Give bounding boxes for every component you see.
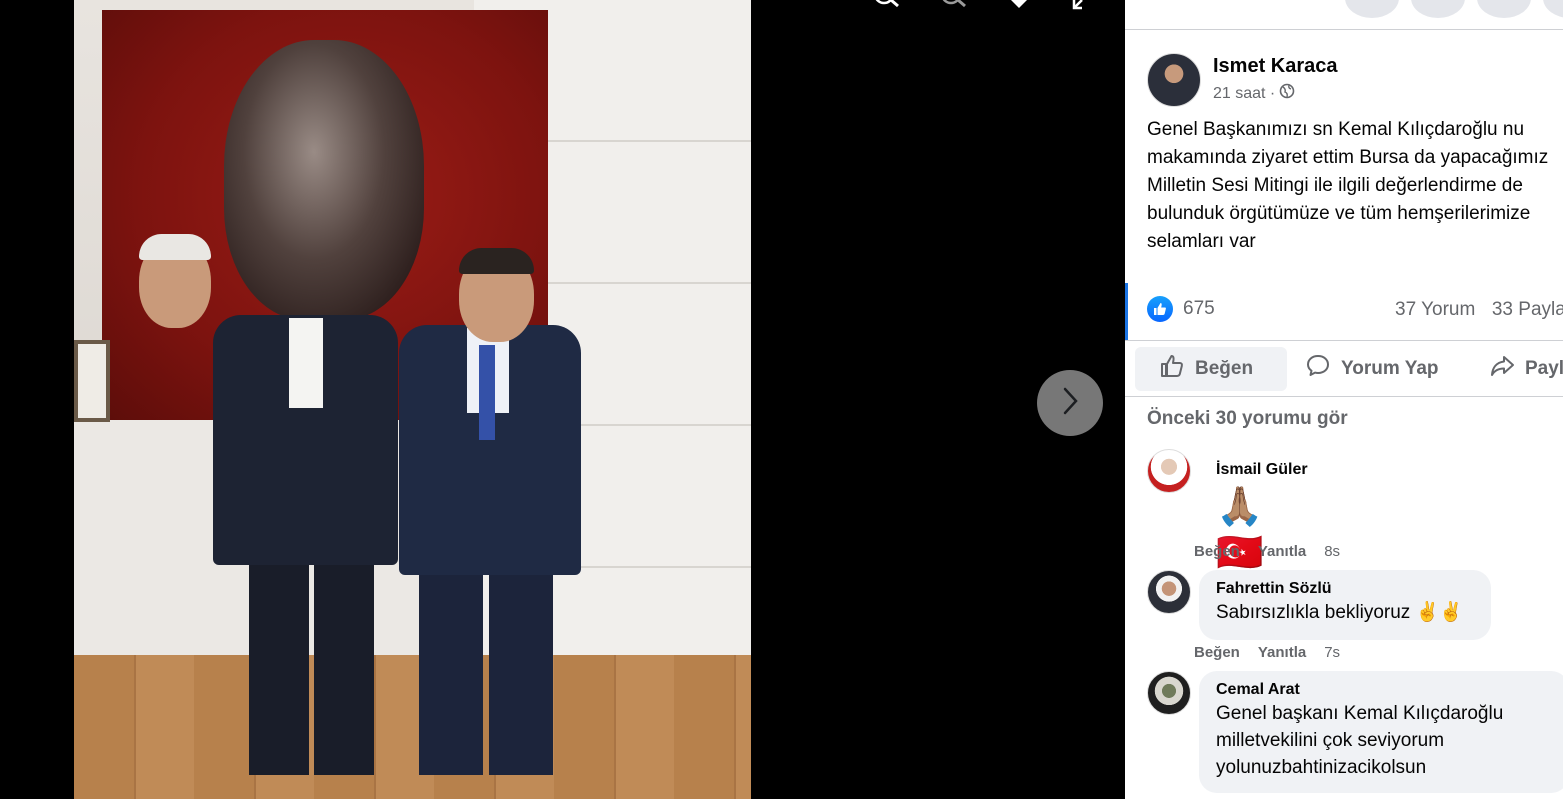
- share-count[interactable]: 33 Paylaşım: [1492, 299, 1563, 320]
- like-button-label: Beğen: [1195, 358, 1254, 379]
- zoom-in-icon[interactable]: [870, 0, 902, 14]
- menu-button[interactable]: [1345, 0, 1399, 18]
- comment-bubble: Cemal Arat Genel başkanı Kemal Kılıçdaro…: [1199, 671, 1563, 793]
- post-meta: 21 saat ·: [1213, 83, 1295, 104]
- post-photo[interactable]: [74, 0, 751, 799]
- reactions-summary[interactable]: 675: [1147, 296, 1215, 322]
- next-photo-button[interactable]: [1037, 370, 1103, 436]
- comment-text: Genel başkanı Kemal Kılıçdaroğlu milletv…: [1216, 703, 1504, 778]
- comment-reply-button[interactable]: Yanıtla: [1258, 543, 1306, 560]
- comment-text: 🙏🏽🇹🇷: [1216, 486, 1264, 574]
- commenter-avatar[interactable]: [1147, 449, 1191, 493]
- comment-button[interactable]: Yorum Yap: [1293, 347, 1451, 391]
- commenter-avatar[interactable]: [1147, 570, 1191, 614]
- view-previous-comments-link[interactable]: Önceki 30 yorumu gör: [1147, 408, 1348, 430]
- chevron-right-icon: [1058, 386, 1082, 421]
- comment-count[interactable]: 37 Yorum: [1395, 299, 1475, 320]
- post-text: Genel Başkanımızı sn Kemal Kılıçdaroğlu …: [1147, 119, 1549, 252]
- comment-actions: Beğen Yanıtla 7s: [1194, 644, 1340, 661]
- thumbs-up-icon: [1159, 353, 1185, 385]
- comment-reply-button[interactable]: Yanıtla: [1258, 644, 1306, 661]
- comment-like-button[interactable]: Beğen: [1194, 644, 1240, 661]
- post-actions-bar: Beğen Yorum Yap Paylaş: [1125, 340, 1563, 397]
- photo-mural-portrait: [224, 40, 424, 320]
- tag-icon[interactable]: [1003, 0, 1035, 14]
- messenger-button[interactable]: [1411, 0, 1465, 18]
- post-side-panel: Ismet Karaca 21 saat · Genel Başkanımızı…: [1125, 0, 1563, 799]
- photo-viewer: [0, 0, 1125, 799]
- share-button-label: Paylaş: [1525, 358, 1563, 379]
- focus-indicator: [1125, 283, 1128, 340]
- author-avatar[interactable]: [1147, 53, 1201, 107]
- commenter-name[interactable]: Cemal Arat: [1216, 679, 1553, 700]
- photo-floor: [74, 655, 751, 799]
- comment-bubble: İsmail Güler 🙏🏽🇹🇷: [1199, 451, 1324, 584]
- reaction-count: 675: [1183, 298, 1215, 319]
- commenter-name[interactable]: İsmail Güler: [1216, 459, 1308, 480]
- post-time[interactable]: 21 saat ·: [1213, 85, 1275, 103]
- commenter-name[interactable]: Fahrettin Sözlü: [1216, 578, 1475, 599]
- like-button[interactable]: Beğen: [1135, 347, 1287, 391]
- share-button[interactable]: Paylaş: [1477, 347, 1563, 391]
- comment-like-button[interactable]: Beğen: [1194, 543, 1240, 560]
- comment-icon: [1305, 353, 1331, 385]
- comment-time[interactable]: 8s: [1324, 543, 1340, 560]
- comment-bubble: Fahrettin Sözlü Sabırsızlıkla bekliyoruz…: [1199, 570, 1491, 640]
- comment-time[interactable]: 7s: [1324, 644, 1340, 661]
- like-reaction-icon: [1147, 296, 1173, 322]
- comment-button-label: Yorum Yap: [1341, 358, 1439, 379]
- notifications-button[interactable]: [1477, 0, 1531, 18]
- comment-text: Sabırsızlıkla bekliyoruz ✌️✌️: [1216, 602, 1463, 623]
- commenter-avatar[interactable]: [1147, 671, 1191, 715]
- post-counts: 37 Yorum 33 Paylaşım: [1395, 299, 1563, 321]
- share-arrow-icon: [1489, 353, 1515, 385]
- side-panel-header: [1125, 0, 1563, 30]
- photo-frame: [74, 340, 110, 422]
- zoom-out-icon[interactable]: [937, 0, 969, 14]
- globe-icon: [1279, 83, 1295, 104]
- account-button[interactable]: [1543, 0, 1563, 18]
- post-author-name[interactable]: Ismet Karaca: [1213, 55, 1338, 78]
- comment-actions: Beğen Yanıtla 8s: [1194, 543, 1340, 560]
- fullscreen-icon[interactable]: [1070, 0, 1092, 12]
